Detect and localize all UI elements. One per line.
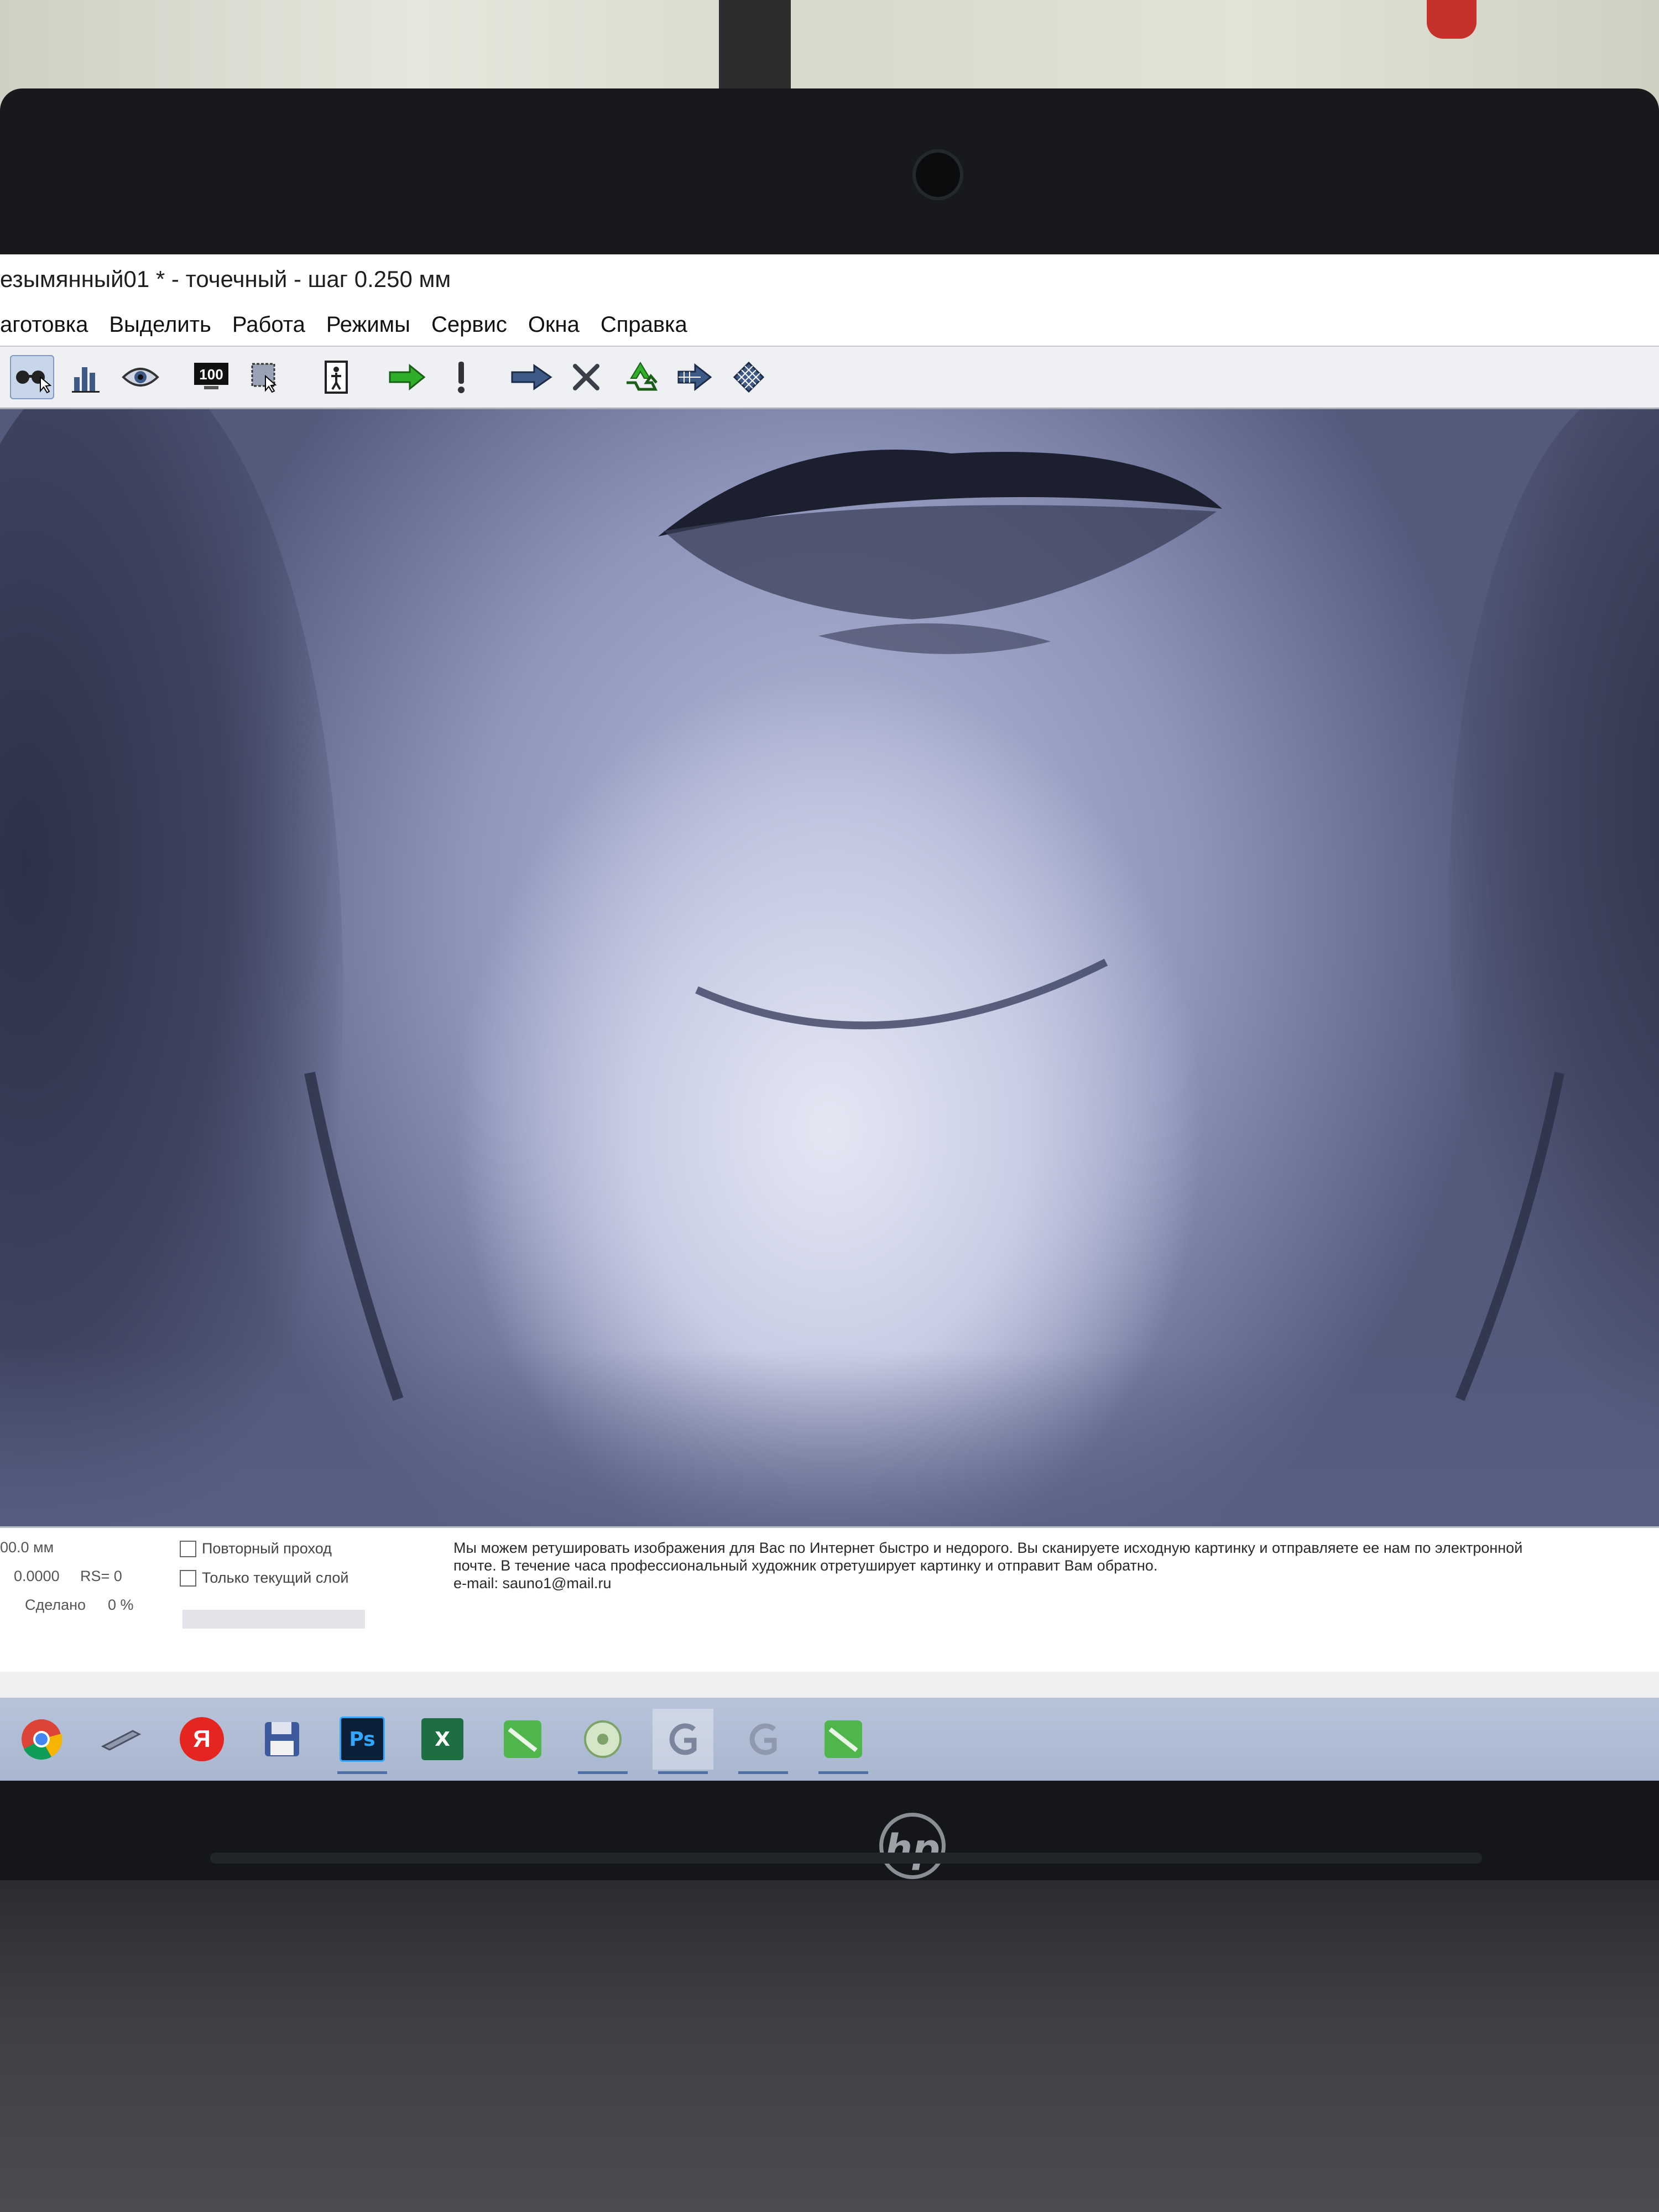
- green-app-icon: [504, 1720, 541, 1758]
- run-button[interactable]: [385, 355, 429, 399]
- menu-spravka[interactable]: Справка: [601, 312, 687, 337]
- webcam-icon: [912, 149, 963, 200]
- photoshop-icon: Ps: [340, 1717, 385, 1762]
- floppy-icon: [265, 1722, 299, 1756]
- repeat-pass-checkbox[interactable]: Повторный проход: [180, 1540, 332, 1557]
- menu-zagotovka[interactable]: аготовка: [0, 312, 88, 337]
- zoom-100-icon: 100: [194, 363, 228, 389]
- progress-bar: [182, 1610, 365, 1629]
- status-size: 00.0 мм: [0, 1539, 54, 1556]
- checkbox-box: [180, 1540, 196, 1557]
- current-layer-label: Только текущий слой: [202, 1569, 349, 1586]
- taskbar-disc-app[interactable]: [572, 1709, 633, 1774]
- laptop-hinge: [210, 1853, 1482, 1864]
- svg-text:100: 100: [199, 366, 223, 383]
- move-button[interactable]: [510, 355, 554, 399]
- background-fire-alarm: [1427, 0, 1477, 39]
- laptop-screen: езымянный01 * - точечный - шаг 0.250 мм …: [0, 254, 1659, 1781]
- ad-line: Мы можем ретушировать изображения для Ва…: [453, 1540, 1523, 1556]
- hp-logo: hp: [879, 1813, 946, 1879]
- menu-servis[interactable]: Сервис: [431, 312, 507, 337]
- taskbar: Я Ps X: [0, 1698, 1659, 1781]
- histogram-button[interactable]: [64, 355, 108, 399]
- advertisement-text: Мы можем ретушировать изображения для Ва…: [453, 1539, 1659, 1592]
- glasses-icon: [16, 371, 51, 394]
- taskbar-pen[interactable]: [91, 1709, 152, 1770]
- taskbar-graphic-app[interactable]: [653, 1709, 713, 1774]
- zoom-100-button[interactable]: 100: [189, 355, 233, 399]
- pen-icon: [101, 1730, 142, 1751]
- disc-app-icon: [584, 1720, 622, 1758]
- menu-vydelit[interactable]: Выделить: [109, 312, 211, 337]
- taskbar-graphic-app-2[interactable]: [733, 1709, 794, 1774]
- status-done-label: Сделано: [25, 1597, 86, 1613]
- taskbar-green-app[interactable]: [492, 1709, 553, 1770]
- toolbar: 100: [0, 347, 1659, 409]
- taskbar-photoshop[interactable]: Ps: [332, 1709, 393, 1774]
- cross-icon: [573, 364, 599, 390]
- exclamation-button[interactable]: [439, 355, 483, 399]
- glasses-button[interactable]: [10, 355, 54, 399]
- select-area-icon: [251, 363, 277, 393]
- recycle-button[interactable]: [618, 355, 662, 399]
- status-rs: RS= 0: [80, 1568, 122, 1584]
- green-app-icon-2: [825, 1720, 862, 1758]
- eye-icon: [122, 368, 159, 387]
- ad-line: почте. В течение часа профессиональный х…: [453, 1557, 1158, 1574]
- menu-rezhimy[interactable]: Режимы: [326, 312, 410, 337]
- engraving-preview-canvas[interactable]: [0, 409, 1659, 1526]
- grid-icon: [733, 361, 765, 393]
- status-panel: 00.0 мм 0.0000 RS= 0 Сделано 0 % Повторн…: [0, 1526, 1659, 1672]
- figure-button[interactable]: [314, 355, 358, 399]
- taskbar-green-app-2[interactable]: [813, 1709, 874, 1774]
- figure-icon: [325, 361, 348, 394]
- status-done-value: 0 %: [108, 1597, 134, 1613]
- grid-button[interactable]: [727, 355, 771, 399]
- ad-line-email: e-mail: sauno1@mail.ru: [453, 1575, 612, 1592]
- recycle-icon: [627, 362, 658, 391]
- taskbar-excel[interactable]: X: [412, 1709, 473, 1770]
- menu-rabota[interactable]: Работа: [232, 312, 305, 337]
- graphic-app-icon: [669, 1723, 697, 1755]
- view-button[interactable]: [118, 355, 163, 399]
- yandex-icon: Я: [180, 1717, 224, 1761]
- menu-okna[interactable]: Окна: [528, 312, 580, 337]
- green-arrow-right-icon: [389, 363, 426, 391]
- cancel-button[interactable]: [564, 355, 608, 399]
- excel-icon: X: [421, 1718, 463, 1760]
- select-area-button[interactable]: [243, 355, 288, 399]
- preview-image: [304, 450, 1564, 1401]
- status-value: 0.0000: [14, 1568, 60, 1584]
- menu-bar: аготовка Выделить Работа Режимы Сервис О…: [0, 304, 1659, 347]
- double-arrow-icon: [511, 364, 552, 390]
- chrome-icon: [22, 1719, 62, 1760]
- window-title: езымянный01 * - точечный - шаг 0.250 мм: [0, 254, 1659, 304]
- graphic-app-icon-2: [749, 1723, 777, 1755]
- laptop-top-bezel: [0, 88, 1659, 265]
- exclamation-icon: [458, 362, 465, 393]
- current-layer-checkbox[interactable]: Только текущий слой: [180, 1569, 349, 1587]
- taskbar-floppy[interactable]: [252, 1709, 312, 1770]
- arrow-grid-button[interactable]: [672, 355, 717, 399]
- laptop-bottom-bezel: [0, 1781, 1659, 1880]
- taskbar-yandex[interactable]: Я: [171, 1709, 232, 1770]
- bar-chart-icon: [72, 367, 100, 393]
- taskbar-chrome[interactable]: [11, 1709, 72, 1770]
- laptop-keyboard-deck: [0, 1880, 1659, 2212]
- repeat-pass-label: Повторный проход: [202, 1540, 332, 1557]
- arrow-grid-icon: [677, 363, 712, 392]
- checkbox-box: [180, 1569, 196, 1587]
